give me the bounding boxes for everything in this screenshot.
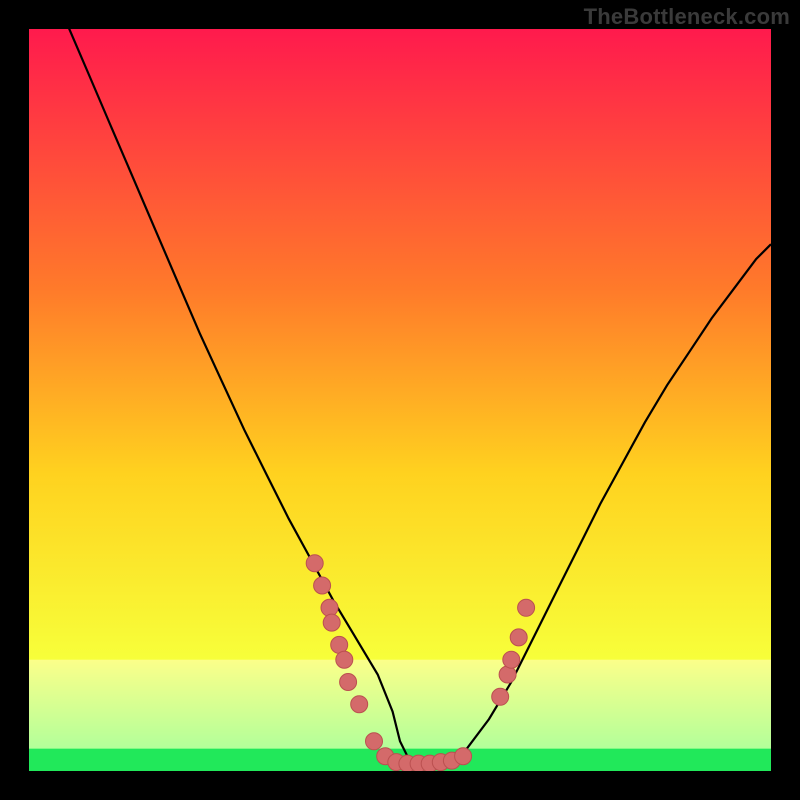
data-marker [351,696,368,713]
pale-yellow-band [29,660,771,749]
data-marker [306,555,323,572]
data-marker [518,599,535,616]
watermark-text: TheBottleneck.com [584,4,790,30]
data-marker [455,748,472,765]
data-marker [492,688,509,705]
bottleneck-chart [29,29,771,771]
data-marker [499,666,516,683]
data-marker [510,629,527,646]
data-marker [366,733,383,750]
data-marker [321,599,338,616]
chart-frame [29,29,771,771]
data-marker [503,651,520,668]
data-marker [336,651,353,668]
data-marker [340,674,357,691]
data-marker [323,614,340,631]
data-marker [314,577,331,594]
